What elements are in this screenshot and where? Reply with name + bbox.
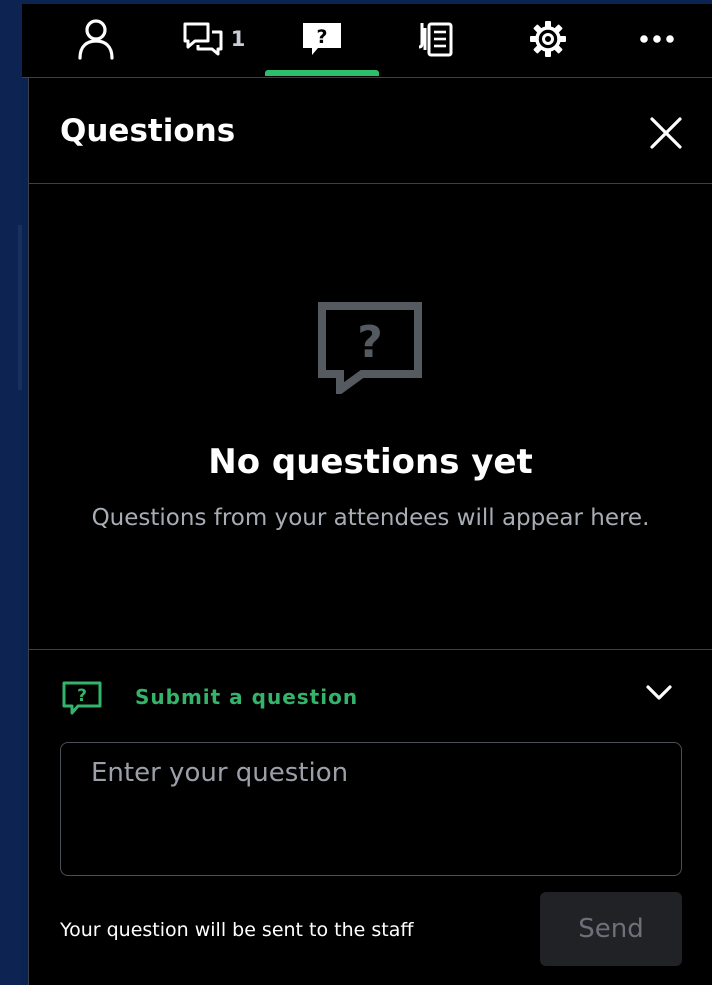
tab-people[interactable] [67, 4, 125, 74]
gear-icon [530, 21, 566, 57]
tab-files[interactable] [410, 4, 460, 74]
question-bubble-icon: ? [318, 302, 422, 394]
tab-questions[interactable]: ? [290, 4, 354, 74]
panel-header: Questions [29, 78, 712, 184]
more-icon [640, 35, 674, 43]
documents-icon [418, 22, 453, 57]
close-icon [650, 117, 682, 149]
questions-panel: Questions ? No questions yet Questions f… [28, 78, 712, 985]
background-edge [0, 0, 22, 985]
submit-question-section: ? Submit a question Your question will b… [29, 649, 712, 985]
submit-question-label: Submit a question [135, 685, 359, 709]
tab-chat[interactable]: 1 [174, 4, 254, 74]
svg-text:?: ? [77, 686, 87, 706]
person-icon [78, 19, 114, 60]
empty-state: ? No questions yet Questions from your a… [29, 184, 712, 649]
panel-title: Questions [60, 113, 236, 149]
helper-text: Your question will be sent to the staff [60, 919, 414, 941]
submit-question-icon: ? [62, 681, 102, 715]
active-tab-indicator [265, 70, 379, 76]
chevron-down-icon [646, 685, 672, 700]
empty-state-title: No questions yet [208, 442, 533, 482]
app-window: 1 ? Questions ? No questions yet Questio… [0, 0, 712, 985]
question-tab-icon: ? [303, 23, 341, 55]
question-input[interactable] [60, 742, 682, 876]
svg-text:?: ? [357, 317, 383, 368]
close-button[interactable] [647, 114, 685, 152]
background-strip [18, 225, 22, 390]
tab-more[interactable] [634, 4, 680, 74]
submit-question-toggle[interactable]: ? Submit a question [29, 650, 712, 744]
svg-text:?: ? [316, 26, 327, 48]
empty-state-text: Questions from your attendees will appea… [91, 505, 650, 531]
chat-count-badge: 1 [230, 27, 246, 51]
tab-settings[interactable] [522, 4, 574, 74]
chat-icon [183, 22, 223, 56]
top-tab-bar: 1 ? [22, 4, 712, 78]
send-button[interactable]: Send [540, 892, 682, 966]
